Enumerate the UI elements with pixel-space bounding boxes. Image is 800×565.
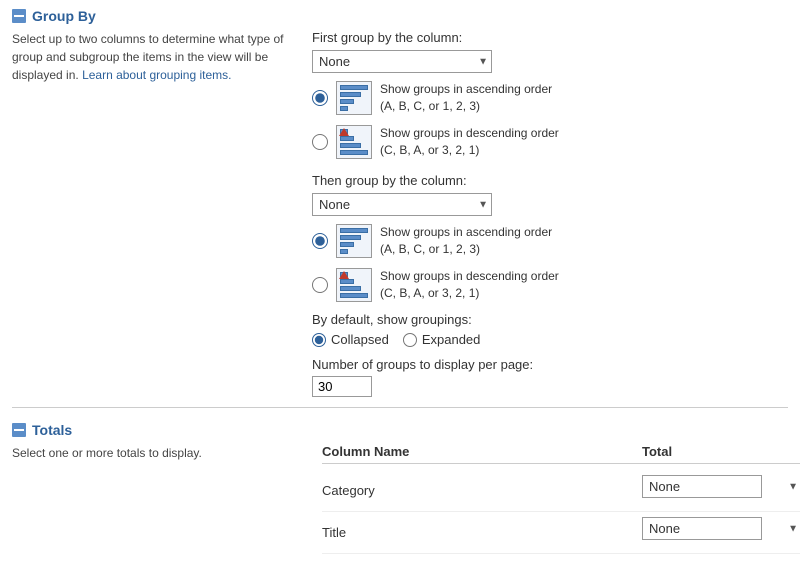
groupby-right-col: First group by the column: None ▼ <box>302 30 788 397</box>
totals-row-title: Title None ▼ <box>322 512 800 554</box>
expanded-radio[interactable] <box>403 333 417 347</box>
expanded-label: Expanded <box>422 332 481 347</box>
groupby-collapse-icon[interactable] <box>12 9 26 23</box>
collapsed-radio[interactable] <box>312 333 326 347</box>
first-asc-option: Show groups in ascending order (A, B, C,… <box>312 81 788 115</box>
num-groups-input[interactable] <box>312 376 372 397</box>
totals-category-dropdown-wrapper: None ▼ <box>642 475 800 498</box>
then-asc-radio[interactable] <box>312 233 328 249</box>
groupby-header: Group By <box>12 8 788 24</box>
totals-category-dropdown[interactable]: None <box>642 475 762 498</box>
then-asc-label: Show groups in ascending order (A, B, C,… <box>380 224 552 258</box>
then-group-dropdown-wrapper: None ▼ <box>312 193 492 216</box>
first-desc-option: Show groups in descending order (C, B, A… <box>312 125 788 159</box>
totals-row-name-title: Title <box>322 525 642 540</box>
default-groupings: By default, show groupings: Collapsed Ex… <box>312 312 788 347</box>
totals-header: Totals <box>12 422 788 438</box>
learn-link[interactable]: Learn about grouping items. <box>82 68 231 82</box>
totals-title-dropdown-wrapper: None ▼ <box>642 517 800 540</box>
totals-row-name-category: Category <box>322 483 642 498</box>
first-desc-icon <box>336 125 372 159</box>
totals-body: Select one or more totals to display. Co… <box>12 444 788 554</box>
groupby-left-col: Select up to two columns to determine wh… <box>12 30 302 397</box>
totals-title-dropdown-arrow: ▼ <box>788 523 798 534</box>
num-groups-row: Number of groups to display per page: <box>312 357 788 397</box>
totals-section: Totals Select one or more totals to disp… <box>12 422 788 554</box>
first-asc-label: Show groups in ascending order (A, B, C,… <box>380 81 552 115</box>
totals-table: Column Name Total Category None ▼ <box>322 444 800 554</box>
first-group-dropdown-wrapper: None ▼ <box>312 50 492 73</box>
collapsed-label: Collapsed <box>331 332 389 347</box>
first-asc-icon <box>336 81 372 115</box>
page-container: Group By Select up to two columns to det… <box>0 0 800 562</box>
then-group-dropdown[interactable]: None <box>312 193 492 216</box>
expanded-option: Expanded <box>403 332 481 347</box>
then-group-label: Then group by the column: <box>312 173 788 188</box>
groupings-radio-group: Collapsed Expanded <box>312 332 788 347</box>
totals-category-dropdown-arrow: ▼ <box>788 481 798 492</box>
totals-row-category: Category None ▼ <box>322 470 800 512</box>
then-asc-icon <box>336 224 372 258</box>
groupby-body: Select up to two columns to determine wh… <box>12 30 788 397</box>
collapsed-option: Collapsed <box>312 332 389 347</box>
then-asc-option: Show groups in ascending order (A, B, C,… <box>312 224 788 258</box>
groupby-description: Select up to two columns to determine wh… <box>12 30 292 84</box>
first-group-dropdown[interactable]: None <box>312 50 492 73</box>
then-desc-icon <box>336 268 372 302</box>
totals-title: Totals <box>32 422 72 438</box>
first-group-label: First group by the column: <box>312 30 788 45</box>
groupby-title: Group By <box>32 8 96 24</box>
default-groupings-label: By default, show groupings: <box>312 312 788 327</box>
totals-collapse-icon[interactable] <box>12 423 26 437</box>
totals-description: Select one or more totals to display. <box>12 444 292 462</box>
first-desc-radio[interactable] <box>312 134 328 150</box>
then-desc-label: Show groups in descending order (C, B, A… <box>380 268 559 302</box>
col-name-header: Column Name <box>322 444 642 459</box>
totals-left-col: Select one or more totals to display. <box>12 444 302 554</box>
col-total-header: Total <box>642 444 800 459</box>
num-groups-label: Number of groups to display per page: <box>312 357 788 372</box>
then-desc-option: Show groups in descending order (C, B, A… <box>312 268 788 302</box>
first-asc-radio[interactable] <box>312 90 328 106</box>
totals-title-dropdown[interactable]: None <box>642 517 762 540</box>
then-desc-radio[interactable] <box>312 277 328 293</box>
first-desc-label: Show groups in descending order (C, B, A… <box>380 125 559 159</box>
section-divider <box>12 407 788 408</box>
totals-right-col: Column Name Total Category None ▼ <box>302 444 800 554</box>
totals-table-header: Column Name Total <box>322 444 800 464</box>
